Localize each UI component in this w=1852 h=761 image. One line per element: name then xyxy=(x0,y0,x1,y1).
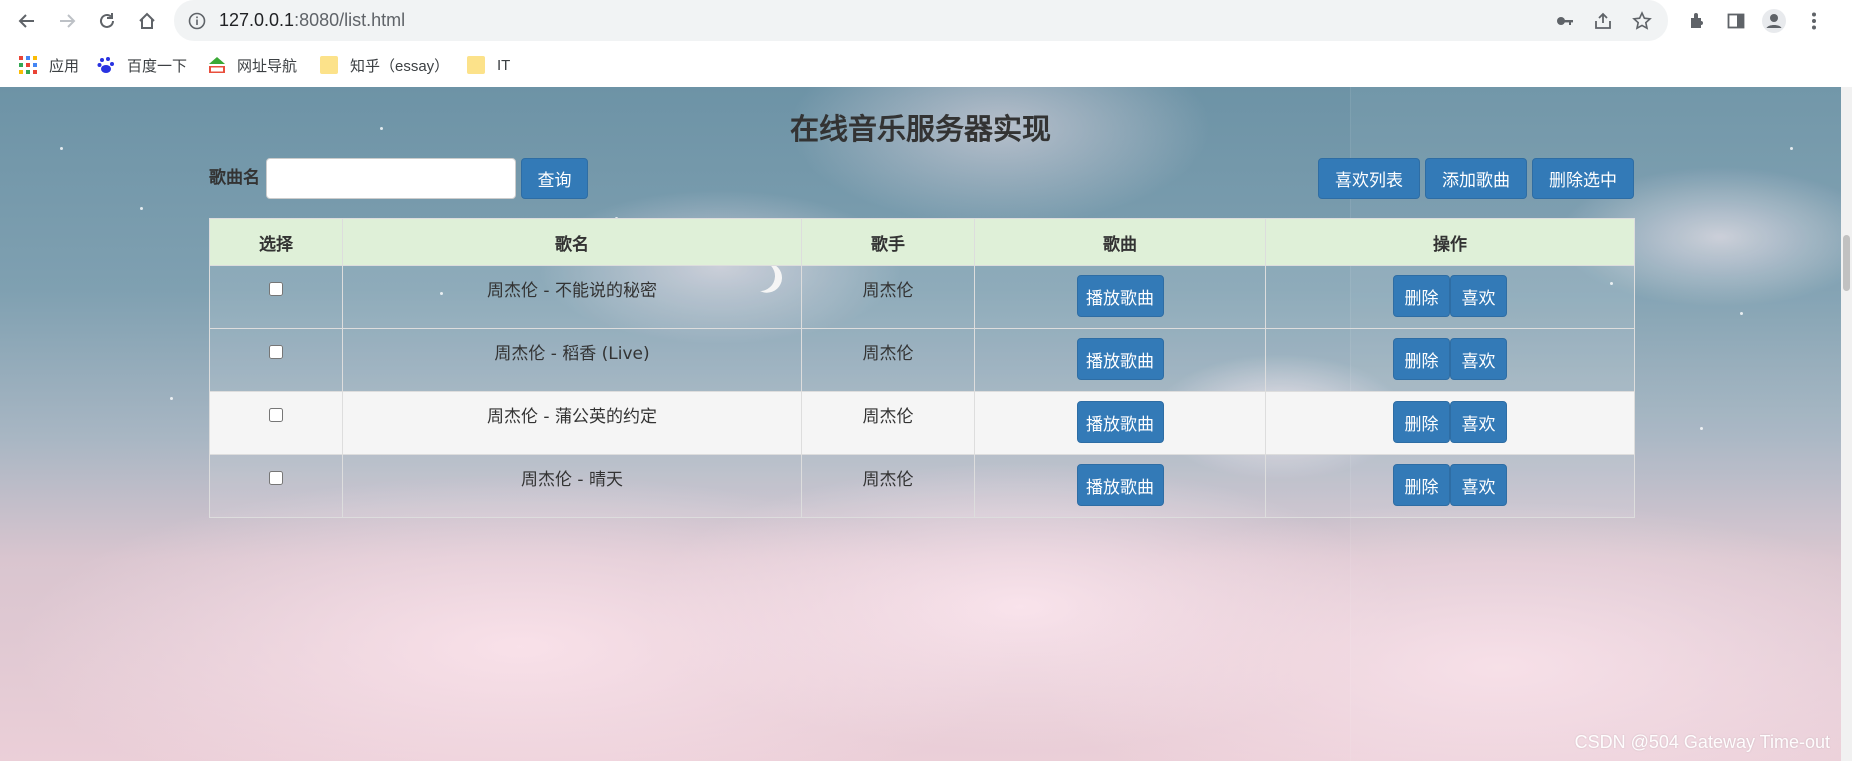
url-host: 127.0.0.1 xyxy=(219,10,295,30)
singer-cell: 周杰伦 xyxy=(801,265,975,329)
share-icon[interactable] xyxy=(1590,8,1616,34)
column-header-select: 选择 xyxy=(209,218,343,266)
page-title: 在线音乐服务器实现 xyxy=(789,112,1051,146)
select-cell xyxy=(209,454,343,518)
select-cell xyxy=(209,328,343,392)
column-header-song: 歌曲 xyxy=(974,218,1266,266)
baidu-icon xyxy=(97,56,115,74)
song-name-search-input[interactable] xyxy=(266,158,516,199)
star-decoration xyxy=(170,397,173,400)
bookmark-label: 网址导航 xyxy=(237,57,298,75)
bookmark-hao123[interactable]: 网址导航 xyxy=(207,53,297,77)
apps-grid-icon xyxy=(19,56,37,74)
extensions-icon[interactable] xyxy=(1682,6,1712,36)
play-song-button[interactable]: 播放歌曲 xyxy=(1076,464,1164,506)
operation-cell: 删除 喜欢 xyxy=(1265,454,1635,518)
row-checkbox[interactable] xyxy=(269,345,283,359)
play-song-button[interactable]: 播放歌曲 xyxy=(1076,401,1164,443)
bookmark-folder-it[interactable]: IT xyxy=(467,53,510,77)
delete-selected-button[interactable]: 删除选中 xyxy=(1532,158,1634,199)
delete-song-button[interactable]: 删除 xyxy=(1393,338,1450,380)
home-icon[interactable] xyxy=(132,6,162,36)
row-checkbox[interactable] xyxy=(269,282,283,296)
delete-song-button[interactable]: 删除 xyxy=(1393,464,1450,506)
bookmark-label: 应用 xyxy=(49,57,80,75)
table-row: 周杰伦 - 晴天 周杰伦 播放歌曲 删除 喜欢 xyxy=(209,454,1635,518)
song-name-label: 歌曲名 xyxy=(209,168,260,188)
bookmark-apps[interactable]: 应用 xyxy=(19,53,79,77)
play-song-button[interactable]: 播放歌曲 xyxy=(1076,275,1164,317)
operation-cell: 删除 喜欢 xyxy=(1265,391,1635,455)
play-cell: 播放歌曲 xyxy=(974,454,1266,518)
side-panel-icon[interactable] xyxy=(1721,6,1751,36)
like-song-button[interactable]: 喜欢 xyxy=(1450,401,1507,443)
delete-song-button[interactable]: 删除 xyxy=(1393,401,1450,443)
song-title-cell: 周杰伦 - 稻香 (Live) xyxy=(342,328,802,392)
bookmark-baidu[interactable]: 百度一下 xyxy=(97,53,187,77)
search-button[interactable]: 查询 xyxy=(521,158,588,199)
column-header-actions: 操作 xyxy=(1265,218,1635,266)
folder-icon xyxy=(467,56,485,74)
favorites-list-button[interactable]: 喜欢列表 xyxy=(1318,158,1420,199)
folder-icon xyxy=(320,56,338,74)
scrollbar-thumb[interactable] xyxy=(1843,235,1850,291)
back-icon[interactable] xyxy=(12,6,42,36)
like-song-button[interactable]: 喜欢 xyxy=(1450,338,1507,380)
page-viewport: 在线音乐服务器实现 歌曲名 查询 喜欢列表 添加歌曲 删除选中 选择 歌名 歌手… xyxy=(0,87,1841,761)
table-row: 周杰伦 - 不能说的秘密 周杰伦 播放歌曲 删除 喜欢 xyxy=(209,265,1635,329)
star-decoration xyxy=(1740,312,1743,315)
bookmark-star-icon[interactable] xyxy=(1629,8,1655,34)
bookmarks-bar: 应用 百度一下 网址导航 知乎（essay） IT xyxy=(0,43,1852,87)
play-cell: 播放歌曲 xyxy=(974,391,1266,455)
forward-icon[interactable] xyxy=(52,6,82,36)
browser-toolbar: 127.0.0.1:8080/list.html xyxy=(0,0,1852,41)
table-row: 周杰伦 - 稻香 (Live) 周杰伦 播放歌曲 删除 喜欢 xyxy=(209,328,1635,392)
singer-cell: 周杰伦 xyxy=(801,391,975,455)
play-cell: 播放歌曲 xyxy=(974,265,1266,329)
operation-cell: 删除 喜欢 xyxy=(1265,265,1635,329)
csdn-watermark: CSDN @504 Gateway Time-out xyxy=(1574,732,1830,752)
bookmark-folder-zhihu[interactable]: 知乎（essay） xyxy=(320,53,449,77)
column-header-singer: 歌手 xyxy=(801,218,975,266)
add-song-button[interactable]: 添加歌曲 xyxy=(1425,158,1527,199)
url-path: :8080/list.html xyxy=(294,10,406,30)
star-decoration xyxy=(140,207,143,210)
key-icon[interactable] xyxy=(1552,8,1578,34)
url-text[interactable]: 127.0.0.1:8080/list.html xyxy=(219,10,405,31)
select-cell xyxy=(209,265,343,329)
menu-kebab-icon[interactable] xyxy=(1799,6,1829,36)
site-info-icon[interactable] xyxy=(184,8,210,34)
row-checkbox[interactable] xyxy=(269,471,283,485)
song-table: 选择 歌名 歌手 歌曲 操作 周杰伦 - 不能说的秘密 周杰伦 播放歌曲 删除喜… xyxy=(209,218,1635,518)
song-title-cell: 周杰伦 - 蒲公英的约定 xyxy=(342,391,802,455)
row-checkbox[interactable] xyxy=(269,408,283,422)
bookmark-label: 百度一下 xyxy=(127,57,188,75)
bookmark-label: IT xyxy=(497,56,511,74)
play-cell: 播放歌曲 xyxy=(974,328,1266,392)
profile-avatar-icon[interactable] xyxy=(1759,6,1789,36)
star-decoration xyxy=(1700,427,1703,430)
select-cell xyxy=(209,391,343,455)
reload-icon[interactable] xyxy=(92,6,122,36)
address-bar[interactable]: 127.0.0.1:8080/list.html xyxy=(174,0,1668,41)
like-song-button[interactable]: 喜欢 xyxy=(1450,464,1507,506)
table-row: 周杰伦 - 蒲公英的约定 周杰伦 播放歌曲 删除 喜欢 xyxy=(209,391,1635,455)
page-scrollbar[interactable] xyxy=(1841,87,1852,761)
hao123-icon xyxy=(207,56,225,74)
operation-cell: 删除 喜欢 xyxy=(1265,328,1635,392)
delete-song-button[interactable]: 删除 xyxy=(1393,275,1450,317)
table-header-row: 选择 歌名 歌手 歌曲 操作 xyxy=(209,218,1635,266)
like-song-button[interactable]: 喜欢 xyxy=(1450,275,1507,317)
singer-cell: 周杰伦 xyxy=(801,328,975,392)
bookmark-label: 知乎（essay） xyxy=(350,57,450,75)
column-header-title: 歌名 xyxy=(342,218,802,266)
singer-cell: 周杰伦 xyxy=(801,454,975,518)
song-title-cell: 周杰伦 - 晴天 xyxy=(342,454,802,518)
song-title-cell: 周杰伦 - 不能说的秘密 xyxy=(342,265,802,329)
play-song-button[interactable]: 播放歌曲 xyxy=(1076,338,1164,380)
